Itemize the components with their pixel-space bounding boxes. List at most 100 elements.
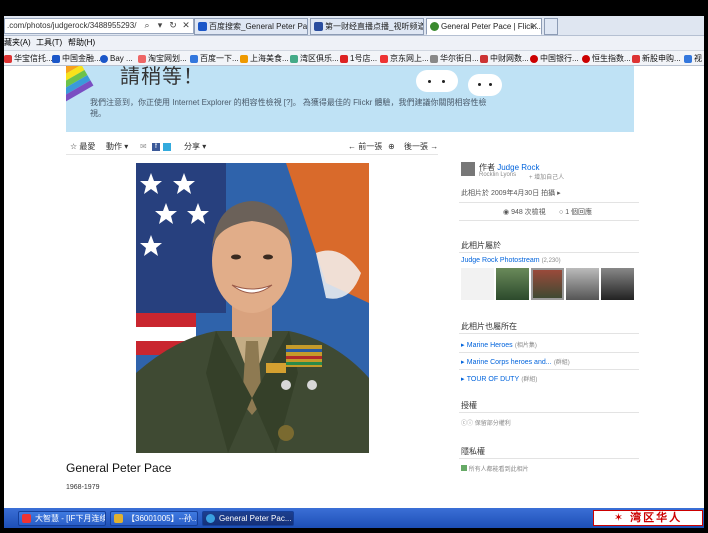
zoom-icon[interactable]: ⊕ (388, 139, 395, 155)
new-tab-button[interactable] (544, 18, 558, 35)
favorite-item[interactable]: 中国银行... (530, 51, 579, 66)
favorite-item[interactable]: 百度一下... (190, 51, 239, 66)
refresh-icon[interactable]: ↻ (168, 19, 178, 31)
favorite-icon (100, 55, 108, 63)
favorite-label: 恒生指数... (592, 54, 631, 63)
tab-flickr[interactable]: General Peter Pace | Flick... ✕ (426, 18, 542, 35)
tab-yicai[interactable]: 第一财经直播点播_视听频道_... (310, 18, 424, 35)
favorite-icon (480, 55, 488, 63)
set-item[interactable]: ▸ TOUR OF DUTY (群組) (461, 374, 537, 383)
taskbar-item-dazhihui[interactable]: 大智慧 - [IF下月连续] (18, 511, 106, 526)
address-bar[interactable]: .com/photos/judgerock/3488955293/ (4, 18, 194, 34)
favorite-item[interactable]: 视 (684, 51, 702, 66)
favorite-item[interactable]: 恒生指数... (582, 51, 631, 66)
arrow-left-icon: ← (348, 142, 356, 151)
divider (459, 369, 639, 370)
search-icon[interactable]: ⌕ (142, 19, 152, 31)
windows-taskbar: 大智慧 - [IF下月连续] 【36001005】--孙... General … (4, 508, 704, 528)
dazhihui-app-icon (22, 514, 31, 523)
favorite-label: 1号店... (350, 54, 378, 63)
divider (459, 412, 639, 413)
ie-app-icon (206, 514, 215, 523)
favorite-item[interactable]: 湾区俱乐... (290, 51, 339, 66)
dropdown-arrow-icon: ▾ (124, 142, 129, 151)
menu-favorites[interactable]: 藏夹(A) (4, 36, 31, 50)
set-type: (群組) (553, 360, 570, 366)
favorite-item[interactable]: 淘宝网划... (138, 51, 187, 66)
main-photo[interactable] (136, 163, 369, 453)
taskbar-item-chat[interactable]: 【36001005】--孙... (110, 511, 198, 526)
next-label: 後一張 (404, 142, 428, 151)
comment-count[interactable]: ○ 1 個回應 (559, 207, 592, 217)
add-contact-link[interactable]: + 增加自己人 (529, 172, 564, 181)
belongs-title: 此相片屬於 (461, 241, 501, 250)
set-name: Marine Corps heroes and... (466, 359, 552, 366)
comment-icon: ○ (559, 209, 564, 216)
author-link[interactable]: Judge Rock (497, 163, 539, 172)
license-title: 授權 (461, 401, 477, 410)
chat-app-icon (114, 514, 123, 523)
favorite-label: 华宝信托... (14, 54, 53, 63)
thumbnail[interactable] (566, 268, 599, 300)
favorites-bar: 华宝信托... 中国金融... Bay ... 淘宝网划... 百度一下... … (4, 50, 704, 66)
license-info[interactable]: ⓒⓘ 保留部分權利 (461, 418, 511, 427)
favorite-item[interactable]: 上海美食... (240, 51, 289, 66)
share-menu[interactable]: 分享 ▾ (184, 139, 206, 155)
favorite-label: Bay ... (110, 54, 133, 63)
next-photo-button[interactable]: 後一張 → (404, 139, 438, 155)
favorite-item[interactable]: 中国金融... (52, 51, 101, 66)
stop-icon[interactable]: ✕ (181, 19, 191, 31)
tab-baidu[interactable]: 百度搜索_General Peter Pace (194, 18, 308, 35)
set-type: (群組) (521, 377, 538, 383)
favorite-item[interactable]: Bay ... (100, 51, 133, 66)
taken-date[interactable]: 此相片於 2009年4月30日 拍攝 ▸ (461, 188, 561, 198)
photo-toolbar: ☆ 最愛 動作 ▾ ✉ f 分享 ▾ ← 前一張 ⊕ 後一張 → (66, 139, 438, 155)
favorite-item[interactable]: 新股申购... (632, 51, 681, 66)
set-type: (相片集) (514, 343, 537, 349)
close-tab-icon[interactable]: ✕ (530, 19, 538, 34)
set-item[interactable]: ▸ Marine Heroes (相片集) (461, 340, 537, 349)
favorite-icon (4, 55, 12, 63)
thumbnail[interactable] (461, 268, 494, 300)
taskbar-item-ie[interactable]: General Peter Pac... (202, 511, 294, 526)
favorite-icon (138, 55, 146, 63)
menu-help[interactable]: 帮助(H) (68, 36, 95, 50)
prev-photo-button[interactable]: ← 前一張 (348, 139, 382, 155)
favorite-item[interactable]: 华尔街日... (430, 51, 479, 66)
view-count: ◉ 948 次檢視 (503, 207, 546, 217)
email-icon[interactable]: ✉ (140, 139, 147, 155)
divider (459, 220, 639, 221)
ie-tab-icon (430, 22, 439, 31)
photo-description: 1968-1979 (66, 484, 100, 491)
privacy-text: 所有人都能看到此相片 (468, 467, 529, 473)
divider (459, 352, 639, 353)
eye-icon: ◉ (503, 209, 510, 216)
thumbnail[interactable] (496, 268, 529, 300)
favorite-label: 华尔街日... (440, 54, 479, 63)
favorite-item[interactable]: 华宝信托... (4, 51, 53, 66)
view-count-label: 948 次檢視 (511, 209, 546, 216)
favorite-label: 中财网数... (490, 54, 529, 63)
thumbnail-current[interactable] (531, 268, 564, 300)
dropdown-icon[interactable]: ▾ (155, 19, 165, 31)
favorite-label: 中国银行... (540, 54, 579, 63)
fave-button[interactable]: ☆ 最愛 (70, 139, 95, 155)
set-item[interactable]: ▸ Marine Corps heroes and... (群組) (461, 357, 570, 366)
photo-title: General Peter Pace (66, 461, 172, 475)
watermark-logo: ✶ 湾区华人 (593, 510, 703, 526)
author-avatar[interactable] (461, 162, 475, 176)
favorite-item[interactable]: 1号店... (340, 51, 377, 66)
task-label: 【36001005】--孙... (127, 514, 198, 523)
menu-tools[interactable]: 工具(T) (36, 36, 62, 50)
favorite-icon (190, 55, 198, 63)
thumbnail[interactable] (601, 268, 634, 300)
share-label: 分享 (184, 142, 200, 151)
favorite-item[interactable]: 中财网数... (480, 51, 529, 66)
banner-title: 請稍等！ (120, 66, 204, 88)
favorite-item[interactable]: 京东网上... (380, 51, 429, 66)
twitter-icon[interactable] (163, 143, 171, 151)
actions-label: 動作 (106, 142, 122, 151)
photostream-link[interactable]: Judge Rock Photostream (2,230) (461, 257, 561, 264)
actions-menu[interactable]: 動作 ▾ (106, 139, 128, 155)
facebook-icon[interactable]: f (152, 143, 160, 151)
